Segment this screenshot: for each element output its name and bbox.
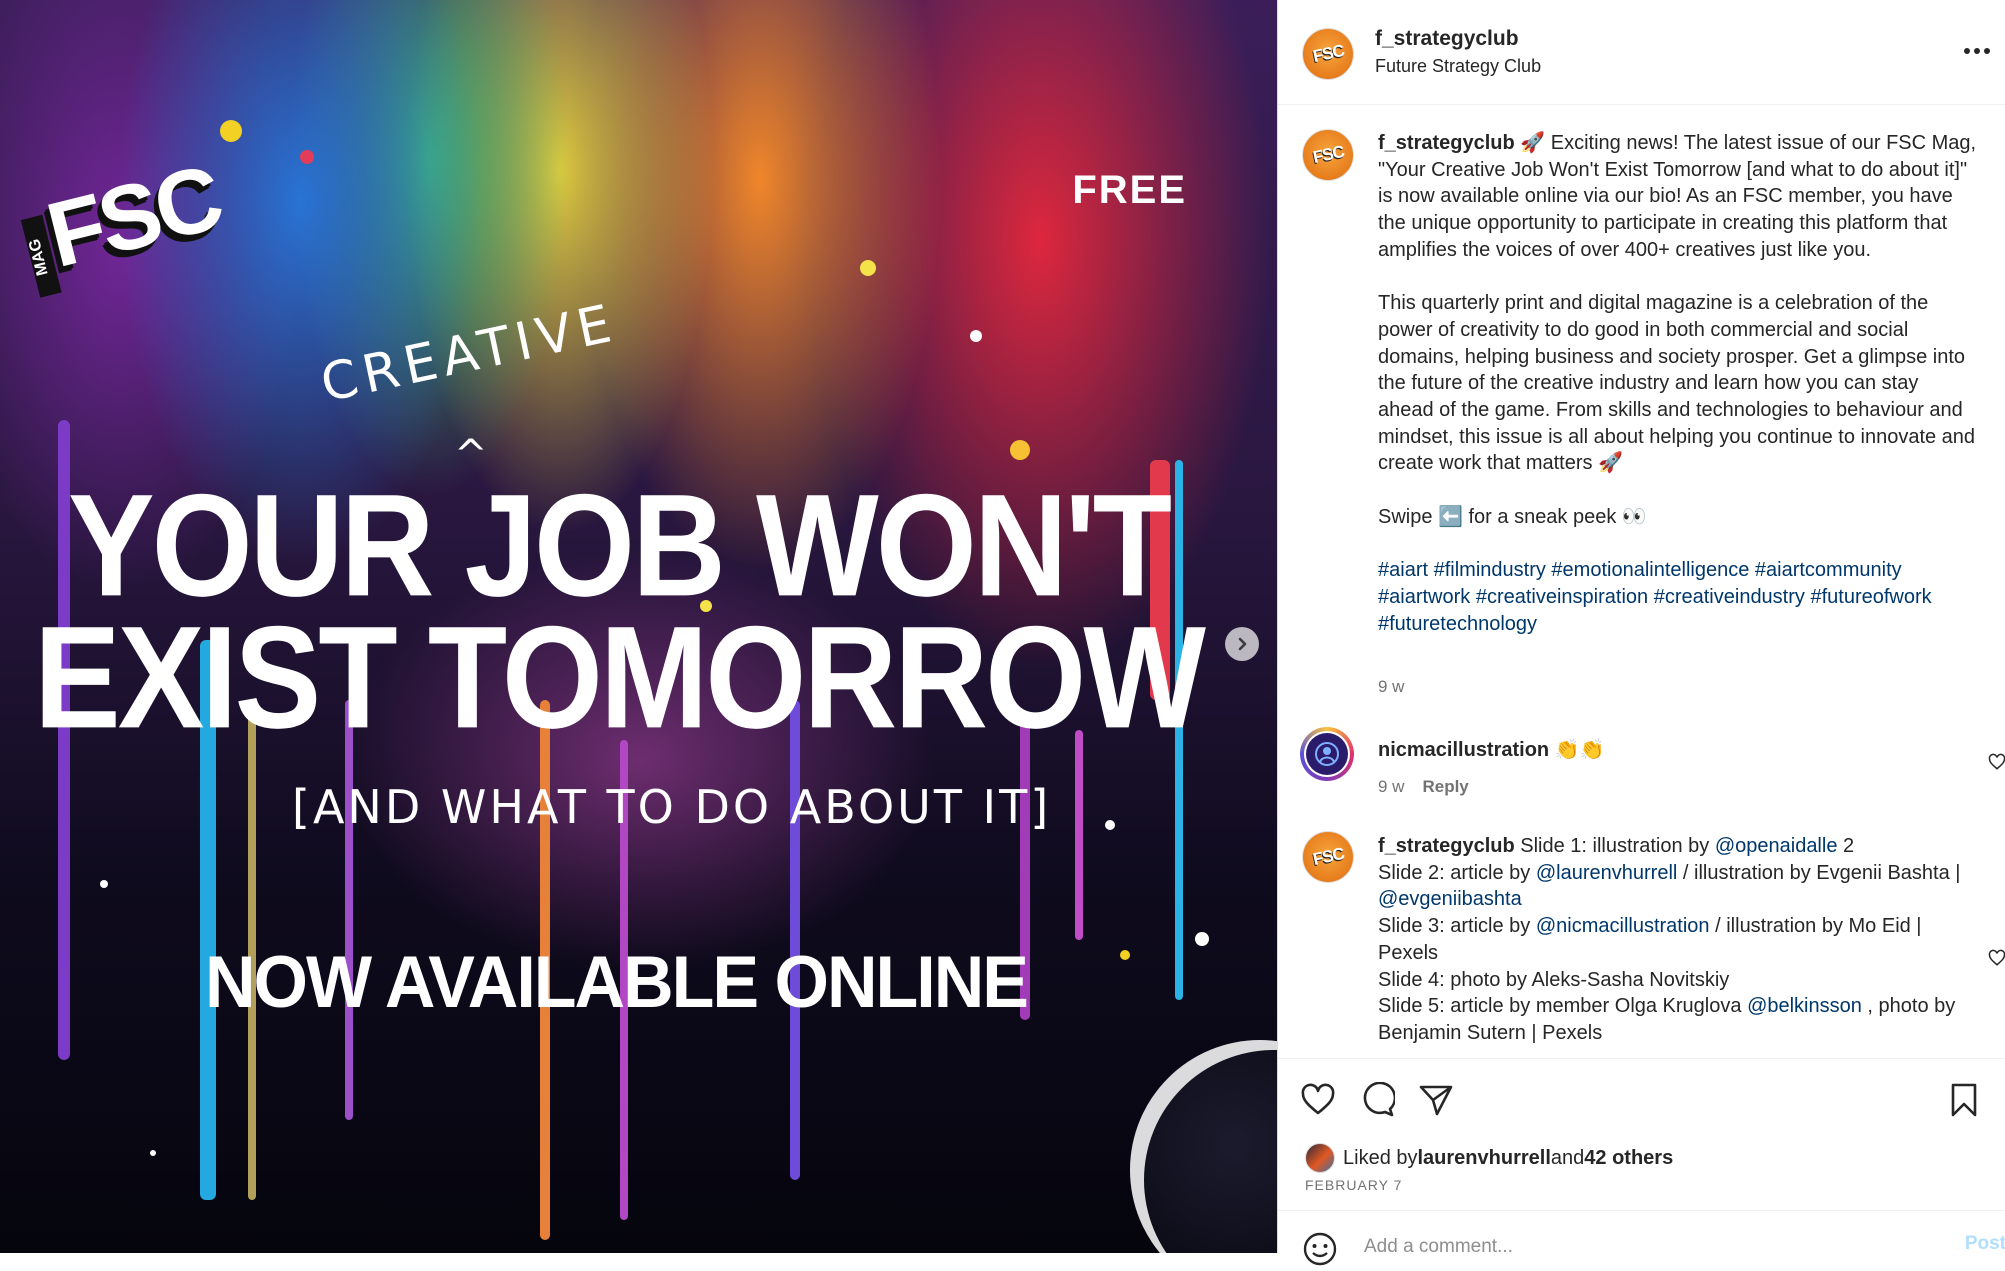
next-slide-button[interactable] — [1225, 627, 1259, 661]
headline-subline: [AND WHAT TO DO ABOUT IT] — [292, 780, 1052, 834]
commenter-username[interactable]: f_strategyclub — [1378, 835, 1515, 857]
author-subtitle: Future Strategy Club — [1375, 56, 1542, 76]
liker-avatar[interactable] — [1305, 1143, 1335, 1173]
comment-text: f_strategyclub Slide 1: illustration by … — [1378, 835, 1967, 1044]
hashtag-link[interactable]: #futuretechnology — [1378, 613, 1537, 635]
comment-text: nicmacillustration 👏👏 — [1378, 737, 1978, 764]
mention-link[interactable]: @openaidalle — [1715, 835, 1838, 857]
commenter-avatar[interactable] — [1300, 727, 1354, 781]
mention-link[interactable]: @evgeniibashta — [1378, 888, 1522, 910]
author-avatar[interactable]: FSC — [1302, 28, 1354, 80]
planet-illustration — [1130, 1040, 1277, 1253]
illustration-avatar-icon — [1315, 742, 1339, 766]
heart-icon[interactable] — [1300, 1082, 1336, 1118]
paint-splat — [860, 260, 876, 276]
avatar-initials: FSC — [1310, 40, 1346, 67]
hashtag-link[interactable]: #aiartwork — [1378, 586, 1470, 608]
logo-fsc-text: FSC — [37, 146, 230, 288]
post-comment-button[interactable]: Post — [1965, 1233, 2005, 1255]
comment-bubble-icon[interactable] — [1359, 1082, 1395, 1118]
liker-username[interactable]: laurenvhurrell — [1418, 1147, 1551, 1170]
headline-line-2: EXIST TOMORROW — [34, 595, 1206, 759]
paint-splat — [970, 330, 982, 342]
mention-link[interactable]: @nicmacillustration — [1536, 915, 1710, 937]
like-comment-heart-icon[interactable] — [1988, 753, 2005, 771]
comment-timestamp: 9 w — [1378, 777, 1405, 796]
likes-summary: Liked by laurenvhurrell and 42 others — [1305, 1143, 1673, 1173]
caption-timestamp: 9 w — [1378, 677, 1405, 696]
chevron-right-icon — [1238, 637, 1247, 651]
mention-link[interactable]: @laurenvhurrell — [1536, 862, 1677, 884]
post-date: FEBRUARY 7 — [1305, 1177, 1403, 1193]
hashtag-link[interactable]: #aiartcommunity — [1755, 559, 1902, 581]
commenter-username[interactable]: nicmacillustration — [1378, 739, 1549, 761]
author-username[interactable]: f_strategyclub — [1375, 27, 1519, 51]
caption-text: f_strategyclub 🚀 Exciting news! The late… — [1378, 130, 1978, 637]
bookmark-icon[interactable] — [1946, 1082, 1982, 1118]
hashtag-link[interactable]: #emotionalintelligence — [1551, 559, 1749, 581]
free-label: FREE — [1072, 168, 1187, 212]
add-comment-input[interactable] — [1362, 1231, 1886, 1263]
caption-username[interactable]: f_strategyclub — [1378, 132, 1515, 154]
hashtag-link[interactable]: #creativeindustry — [1654, 586, 1805, 608]
post-details-panel: FSC f_strategyclub Future Strategy Club … — [1277, 0, 2005, 1266]
comment-meta: 9 w Reply — [1378, 777, 1469, 797]
paint-drip — [1075, 730, 1083, 940]
paint-splat — [220, 120, 242, 142]
paint-splat — [1010, 440, 1030, 460]
paper-plane-icon[interactable] — [1418, 1082, 1454, 1118]
post-media[interactable]: MAG FSC FREE CREATIVE ^ YOUR JOB WON'T E… — [0, 0, 1277, 1253]
post-header: FSC f_strategyclub Future Strategy Club — [1278, 0, 2005, 105]
caption-author-avatar[interactable]: FSC — [1302, 129, 1354, 181]
paint-splat — [1105, 820, 1115, 830]
creative-handwritten-word: CREATIVE — [315, 293, 623, 415]
comments-list[interactable]: FSC f_strategyclub 🚀 Exciting news! The … — [1278, 105, 2005, 1055]
add-comment-bar: Post — [1278, 1210, 2005, 1271]
reply-button[interactable]: Reply — [1422, 777, 1468, 796]
hashtag-link[interactable]: #filmindustry — [1434, 559, 1546, 581]
mention-link[interactable]: @belkinsson — [1747, 995, 1862, 1017]
more-options-icon[interactable] — [1960, 38, 1994, 64]
paint-splat — [300, 150, 314, 164]
hashtag-link[interactable]: #futureofwork — [1810, 586, 1931, 608]
hashtag-link[interactable]: #aiart — [1378, 559, 1428, 581]
smiley-icon[interactable] — [1302, 1231, 1338, 1267]
likes-others-link[interactable]: 42 others — [1584, 1147, 1673, 1170]
fsc-mag-logo: MAG FSC — [16, 146, 229, 315]
avatar-initials: FSC — [1310, 843, 1346, 870]
now-available-label: NOW AVAILABLE ONLINE — [205, 941, 1029, 1023]
paint-splat — [100, 880, 108, 888]
paint-splat — [150, 1150, 156, 1156]
hashtag-link[interactable]: #creativeinspiration — [1476, 586, 1648, 608]
avatar-initials: FSC — [1310, 141, 1346, 168]
commenter-avatar[interactable]: FSC — [1302, 831, 1354, 883]
post-action-bar: Liked by laurenvhurrell and 42 others FE… — [1278, 1058, 2005, 1193]
caption-paragraph-2: This quarterly print and digital magazin… — [1378, 292, 1981, 475]
like-comment-heart-icon[interactable] — [1988, 949, 2005, 967]
paint-drip — [345, 700, 353, 1120]
caption-paragraph-3: Swipe ⬅️ for a sneak peek 👀 — [1378, 505, 1647, 528]
comment-body: 👏👏 — [1549, 739, 1605, 761]
